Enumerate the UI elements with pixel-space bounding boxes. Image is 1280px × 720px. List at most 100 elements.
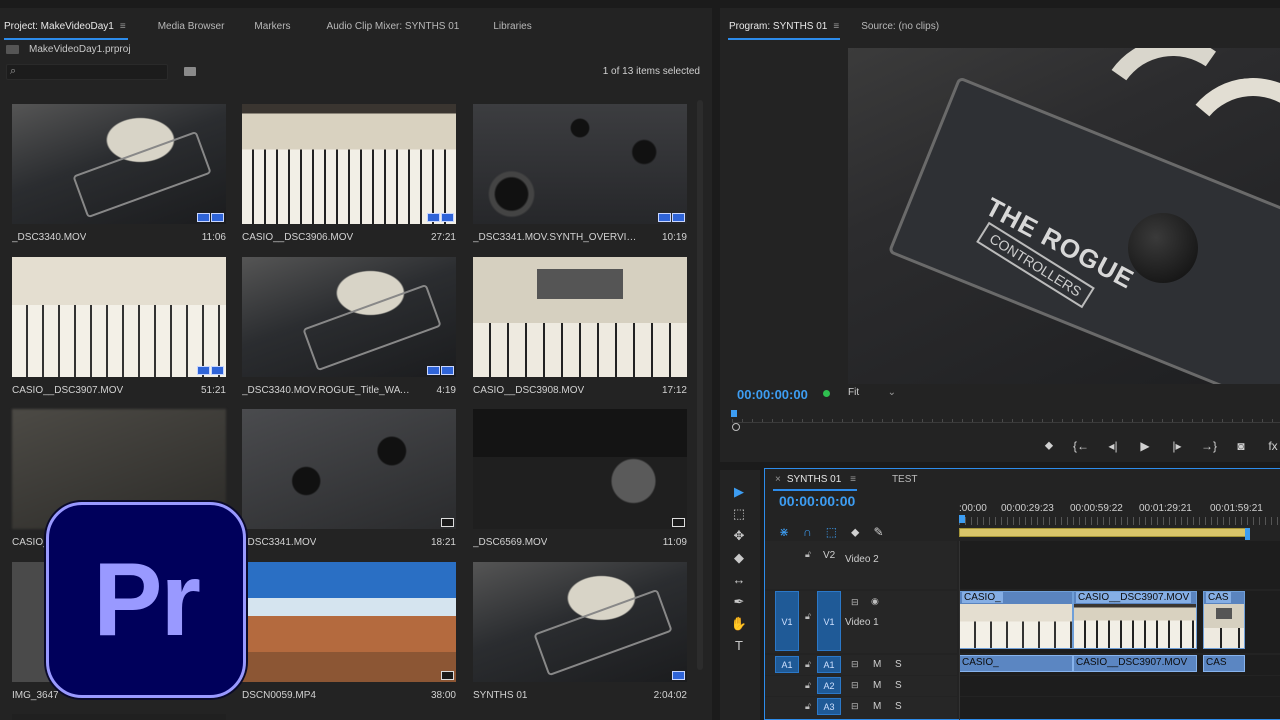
menu-icon[interactable]: ≡ xyxy=(850,474,856,485)
menu-icon[interactable]: ≡ xyxy=(120,21,126,32)
lock-icon[interactable]: 🔓︎ xyxy=(805,611,811,622)
tab-test[interactable]: TEST xyxy=(892,474,918,485)
thumbnail[interactable] xyxy=(12,257,226,377)
lock-icon[interactable]: 🔓︎ xyxy=(805,659,811,670)
audio-clip[interactable]: CASIO__DSC3907.MOV xyxy=(1073,655,1197,672)
type-tool-icon[interactable]: T xyxy=(730,638,748,654)
media-item[interactable]: SYNTHS 01 2:04:02 xyxy=(467,552,687,701)
step-back-icon[interactable]: ◂| xyxy=(1104,439,1122,453)
tab-project[interactable]: Project: MakeVideoDay1 ≡ xyxy=(0,21,142,32)
program-video-frame[interactable]: THE ROGUE CONTROLLERS xyxy=(848,48,1280,384)
audio-clip[interactable]: CASIO_ xyxy=(959,655,1073,672)
work-area-bar[interactable] xyxy=(959,528,1249,537)
sync-lock-icon[interactable]: ⊟ xyxy=(851,701,859,712)
track-lane-a1[interactable]: CASIO_ CASIO__DSC3907.MOV CAS xyxy=(959,655,1280,675)
thumbnail[interactable] xyxy=(242,257,456,377)
go-to-in-icon[interactable]: {← xyxy=(1072,439,1090,453)
sync-lock-icon[interactable]: ⊟ xyxy=(851,659,859,670)
timeline-timecode[interactable]: 00:00:00:00 xyxy=(779,493,855,509)
media-item[interactable]: _DSC3340.MOV 11:06 xyxy=(6,94,226,243)
media-item[interactable]: _DSC3340.MOV.ROGUE_Title_WAVEFOR... 4:19 xyxy=(236,247,456,396)
snap-icon[interactable]: ∩ xyxy=(803,525,812,540)
tab-media-browser[interactable]: Media Browser xyxy=(142,21,241,32)
close-icon[interactable]: × xyxy=(775,474,781,485)
lock-icon[interactable]: 🔓︎ xyxy=(805,680,811,691)
video-clip[interactable]: CASIO__DSC3907.MOV xyxy=(1073,591,1197,649)
solo-button[interactable]: S xyxy=(895,701,902,712)
track-lane-a3[interactable] xyxy=(959,697,1280,719)
sync-lock-icon[interactable]: ⊟ xyxy=(851,680,859,691)
track-target-a3[interactable]: A3 xyxy=(817,698,841,715)
mute-button[interactable]: M xyxy=(873,701,881,712)
thumbnail[interactable] xyxy=(12,104,226,224)
media-item[interactable]: DSCN0059.MP4 38:00 xyxy=(236,552,456,701)
ripple-edit-tool-icon[interactable]: ✥ xyxy=(730,528,748,544)
thumbnail[interactable] xyxy=(473,104,687,224)
thumbnail[interactable] xyxy=(473,562,687,682)
solo-button[interactable]: S xyxy=(895,680,902,691)
scrollbar[interactable] xyxy=(697,100,703,670)
media-item[interactable]: CASIO__DSC3908.MOV 17:12 xyxy=(467,247,687,396)
monitor-time-ruler[interactable] xyxy=(732,413,1280,423)
timeline-ruler[interactable] xyxy=(959,517,1280,525)
track-target-a2[interactable]: A2 xyxy=(817,677,841,694)
playhead-handle[interactable] xyxy=(732,423,740,431)
media-item[interactable]: _DSC3341.MOV.SYNTH_OVERVIEW_RACK 10:19 xyxy=(467,94,687,243)
zoom-select[interactable]: Fit ⌄ xyxy=(848,387,896,403)
play-icon[interactable]: ▶ xyxy=(1136,439,1154,453)
track-lane-v2[interactable] xyxy=(959,541,1280,589)
thumbnail[interactable] xyxy=(473,257,687,377)
eye-icon[interactable]: ◉ xyxy=(871,596,879,607)
thumbnail[interactable] xyxy=(12,714,226,720)
track-lane-v1[interactable]: CASIO_ CASIO__DSC3907.MOV CAS xyxy=(959,591,1280,653)
new-bin-icon[interactable] xyxy=(184,67,196,76)
mute-button[interactable]: M xyxy=(873,680,881,691)
add-marker-icon[interactable]: ⬥ xyxy=(851,525,859,540)
work-area-end-handle[interactable] xyxy=(1245,528,1250,540)
tab-source[interactable]: Source: (no clips) xyxy=(855,21,955,32)
pen-tool-icon[interactable]: ✒ xyxy=(730,594,748,610)
tab-libraries[interactable]: Libraries xyxy=(475,21,547,32)
razor-tool-icon[interactable]: ◆ xyxy=(730,550,748,566)
track-target-a1[interactable]: A1 xyxy=(817,656,841,673)
media-item[interactable]: CASIO__DSC3907.MOV 51:21 xyxy=(6,247,226,396)
source-patch-v1[interactable]: V1 xyxy=(775,591,799,651)
menu-icon[interactable]: ≡ xyxy=(833,21,839,32)
hand-tool-icon[interactable]: ✋ xyxy=(730,616,748,632)
lock-icon[interactable]: 🔓︎ xyxy=(805,701,811,712)
media-item[interactable]: _DSC3341.MOV 18:21 xyxy=(236,399,456,548)
fx-icon[interactable]: fx xyxy=(1264,439,1280,453)
playhead-timecode[interactable]: 00:00:00:00 xyxy=(737,387,808,402)
wrench-icon[interactable]: ✎ xyxy=(873,525,883,540)
thumbnail[interactable] xyxy=(473,409,687,529)
video-clip[interactable]: CAS xyxy=(1203,591,1245,649)
export-frame-icon[interactable]: ◙ xyxy=(1232,439,1250,453)
thumbnail[interactable] xyxy=(242,562,456,682)
video-clip[interactable]: CASIO_ xyxy=(959,591,1073,649)
track-target-v1[interactable]: V1 xyxy=(817,591,841,651)
tab-synths-01[interactable]: × SYNTHS 01 ≡ xyxy=(775,474,862,485)
add-marker-icon[interactable]: ⬥ xyxy=(1040,438,1058,453)
timeline-playhead[interactable] xyxy=(959,515,965,523)
tab-program[interactable]: Program: SYNTHS 01 ≡ xyxy=(720,21,855,32)
sync-lock-icon[interactable]: ⊟ xyxy=(851,597,859,608)
mute-button[interactable]: M xyxy=(873,659,881,670)
track-lane-a2[interactable] xyxy=(959,676,1280,696)
tab-audio-clip-mixer[interactable]: Audio Clip Mixer: SYNTHS 01 xyxy=(307,21,476,32)
selection-tool-icon[interactable]: ▶ xyxy=(730,484,748,500)
slip-tool-icon[interactable]: ↔ xyxy=(730,572,748,588)
media-item[interactable]: CASIO__DSC3906.MOV 27:21 xyxy=(236,94,456,243)
search-input[interactable]: ⌕ xyxy=(6,64,168,80)
thumbnail[interactable] xyxy=(242,104,456,224)
tab-markers[interactable]: Markers xyxy=(240,21,306,32)
media-item[interactable] xyxy=(6,704,226,720)
linked-selection-icon[interactable]: ⬚ xyxy=(826,525,837,540)
thumbnail[interactable] xyxy=(242,409,456,529)
nest-icon[interactable]: ⋇ xyxy=(779,525,789,540)
lock-icon[interactable]: 🔓︎ xyxy=(805,549,811,560)
source-patch-a1[interactable]: A1 xyxy=(775,656,799,673)
solo-button[interactable]: S xyxy=(895,659,902,670)
step-forward-icon[interactable]: |▸ xyxy=(1168,439,1186,453)
playhead-marker[interactable] xyxy=(731,410,737,417)
track-select-tool-icon[interactable]: ⬚ xyxy=(730,506,748,522)
